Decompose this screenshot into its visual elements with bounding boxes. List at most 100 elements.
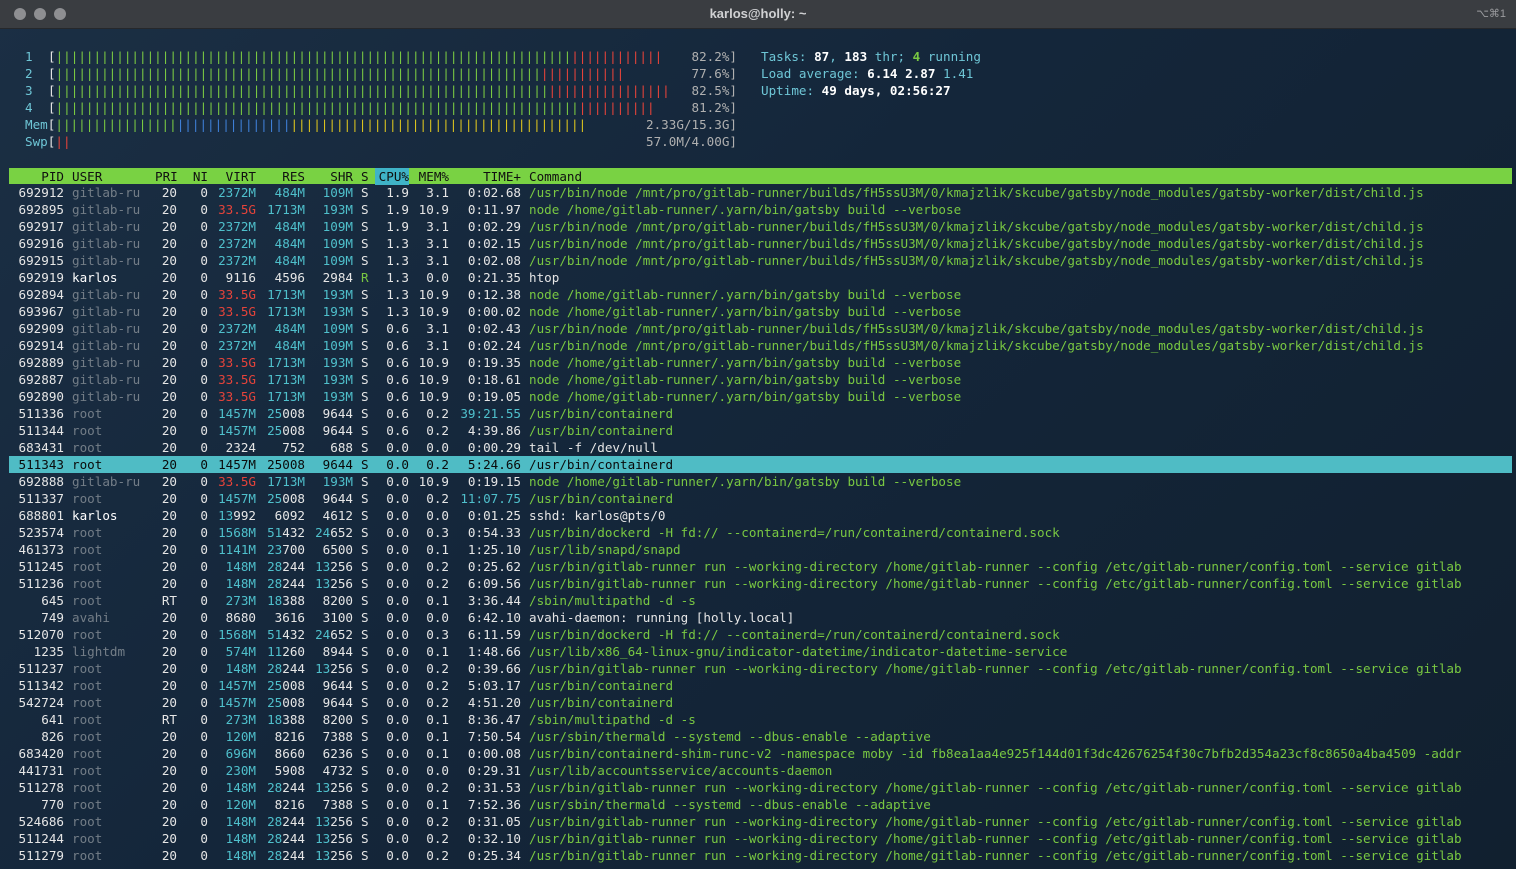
process-virt: 2372M <box>218 253 256 268</box>
process-row[interactable]: 683431 root 20 0 2324 752 688 S 0.0 0.0 0:00.29 tai… <box>9 439 1512 456</box>
process-row[interactable]: 692919 karlos 20 0 9116 4596 2984 R 1.3 0.0 0:21.3… <box>9 269 1512 286</box>
col-virt[interactable]: VIRT <box>214 168 256 185</box>
col-ni[interactable]: NI <box>188 168 208 185</box>
process-priority: 20 <box>161 457 177 472</box>
process-time: 5:24.66 <box>467 457 521 472</box>
process-command: /usr/bin/containerd <box>529 491 674 506</box>
process-row[interactable]: 523574 root 20 0 1568M 51432 24652 S 0.0 0.3 0:54.… <box>9 524 1512 541</box>
process-row[interactable]: 693967 gitlab-ru 20 0 33.5G 1713M 193M S 1.3 10.9… <box>9 303 1512 320</box>
col-user[interactable]: USER <box>72 168 144 185</box>
process-res: 4596 <box>274 270 305 285</box>
col-pid[interactable]: PID <box>9 168 64 185</box>
process-row[interactable]: 511278 root 20 0 148M 28244 13256 S 0.0 0.2 0:31.5… <box>9 779 1512 796</box>
col-command[interactable]: Command <box>529 168 582 185</box>
process-row[interactable]: 1235 lightdm 20 0 574M 11260 8944 S 0.0 0.1 1:48.6… <box>9 643 1512 660</box>
process-row[interactable]: 511279 root 20 0 148M 28244 13256 S 0.0 0.2 0:25.3… <box>9 847 1512 864</box>
process-row[interactable]: 770 root 20 0 120M 8216 7388 S 0.0 0.1 7:52.36/usr… <box>9 796 1512 813</box>
process-row[interactable]: 692914 gitlab-ru 20 0 2372M 484M 109M S 0.6 3.1 0:… <box>9 337 1512 354</box>
process-nice: 0 <box>200 202 208 217</box>
process-shr: 109M <box>322 219 353 234</box>
process-pid: 511244 <box>18 831 65 846</box>
col-mem[interactable]: MEM% <box>413 168 449 185</box>
process-row[interactable]: 692890 gitlab-ru 20 0 33.5G 1713M 193M S 0.6 10.9… <box>9 388 1512 405</box>
process-virt: 1457M <box>218 423 256 438</box>
process-row[interactable]: 692887 gitlab-ru 20 0 33.5G 1713M 193M S 0.6 10.9… <box>9 371 1512 388</box>
process-row[interactable]: 511245 root 20 0 148M 28244 13256 S 0.0 0.2 0:25.6… <box>9 558 1512 575</box>
process-row[interactable]: 692917 gitlab-ru 20 0 2372M 484M 109M S 1.9 3.1 0:… <box>9 218 1512 235</box>
process-user: root <box>72 491 103 506</box>
process-row[interactable]: 641 root RT 0 273M 18388 8200 S 0.0 0.1 8:36.47/sb… <box>9 711 1512 728</box>
process-row[interactable]: 511244 root 20 0 148M 28244 13256 S 0.0 0.2 0:32.1… <box>9 830 1512 847</box>
process-row[interactable]: 692909 gitlab-ru 20 0 2372M 484M 109M S 0.6 3.1 0:… <box>9 320 1512 337</box>
process-state: S <box>361 678 369 693</box>
process-virt: 148M <box>225 559 256 574</box>
process-row[interactable]: 511237 root 20 0 148M 28244 13256 S 0.0 0.2 0:39.6… <box>9 660 1512 677</box>
col-state[interactable]: S <box>361 168 371 185</box>
process-state: S <box>361 423 369 438</box>
process-mem: 0.2 <box>426 661 449 676</box>
process-pid: 511344 <box>18 423 65 438</box>
process-row[interactable]: 826 root 20 0 120M 8216 7388 S 0.0 0.1 7:50.54/usr… <box>9 728 1512 745</box>
col-cpu-sorted[interactable]: CPU% <box>375 168 409 185</box>
process-shr: 6236 <box>322 746 353 761</box>
process-row[interactable]: 511337 root 20 0 1457M 25008 9644 S 0.0 0.2 11:07.… <box>9 490 1512 507</box>
process-row[interactable]: 511342 root 20 0 1457M 25008 9644 S 0.0 0.2 5:03.1… <box>9 677 1512 694</box>
process-cpu: 0.6 <box>386 406 409 421</box>
process-row[interactable]: 645 root RT 0 273M 18388 8200 S 0.0 0.1 3:36.44/sb… <box>9 592 1512 609</box>
process-row[interactable]: 692895 gitlab-ru 20 0 33.5G 1713M 193M S 1.9 10.9… <box>9 201 1512 218</box>
process-mem: 10.9 <box>418 304 449 319</box>
col-res[interactable]: RES <box>262 168 305 185</box>
process-pid: 641 <box>41 712 64 727</box>
htop-screen[interactable]: 1 [||||||||||||||||||||||||||||||||||||||… <box>0 28 1516 869</box>
process-row[interactable]: 524686 root 20 0 148M 28244 13256 S 0.0 0.2 0:31.0… <box>9 813 1512 830</box>
process-command: /usr/bin/node /mnt/pro/gitlab-runner/bui… <box>529 338 1424 353</box>
col-pri[interactable]: PRI <box>155 168 178 185</box>
process-row[interactable]: 749 avahi 20 0 8680 3616 3100 S 0.0 0.0 6:42.10 ava… <box>9 609 1512 626</box>
process-user: root <box>72 440 103 455</box>
process-row[interactable]: 692889 gitlab-ru 20 0 33.5G 1713M 193M S 0.6 10.9… <box>9 354 1512 371</box>
process-row[interactable]: 511336 root 20 0 1457M 25008 9644 S 0.6 0.2 39:21.… <box>9 405 1512 422</box>
process-nice: 0 <box>200 797 208 812</box>
process-row[interactable]: 542724 root 20 0 1457M 25008 9644 S 0.0 0.2 4:51.2… <box>9 694 1512 711</box>
uptime: Uptime: 49 days, 02:56:27 <box>761 83 951 98</box>
process-mem: 0.2 <box>426 457 449 472</box>
process-priority: 20 <box>161 627 177 642</box>
process-user: gitlab-ru <box>72 236 141 251</box>
process-row[interactable]: 692916 gitlab-ru 20 0 2372M 484M 109M S 1.3 3.1 0:… <box>9 235 1512 252</box>
process-virt: 148M <box>225 576 256 591</box>
process-row[interactable]: 692894 gitlab-ru 20 0 33.5G 1713M 193M S 1.3 10.9… <box>9 286 1512 303</box>
process-state: S <box>361 763 369 778</box>
process-row[interactable]: 692915 gitlab-ru 20 0 2372M 484M 109M S 1.3 3.1 0:… <box>9 252 1512 269</box>
process-res: 51432 <box>267 525 305 540</box>
process-cpu: 0.0 <box>386 695 409 710</box>
process-command: avahi-daemon: running [holly.local] <box>529 610 795 625</box>
process-pid: 688801 <box>18 508 65 523</box>
process-row[interactable]: 461373 root 20 0 1141M 23700 6500 S 0.0 0.1 1:25.1… <box>9 541 1512 558</box>
process-row[interactable]: 511344 root 20 0 1457M 25008 9644 S 0.6 0.2 4:39.8… <box>9 422 1512 439</box>
process-res: 8216 <box>274 797 305 812</box>
process-command: node /home/gitlab-runner/.yarn/bin/gatsb… <box>529 355 962 370</box>
col-shr[interactable]: SHR <box>309 168 353 185</box>
col-time[interactable]: TIME+ <box>454 168 521 185</box>
process-row[interactable]: 441731 root 20 0 230M 5908 4732 S 0.0 0.0 0:29.31 /… <box>9 762 1512 779</box>
process-row[interactable]: 512070 root 20 0 1568M 51432 24652 S 0.0 0.3 6:11.… <box>9 626 1512 643</box>
process-cpu: 0.0 <box>386 763 409 778</box>
process-row[interactable]: 692912 gitlab-ru 20 0 2372M 484M 109M S 1.9 3.1 0:… <box>9 184 1512 201</box>
process-time: 6:11.59 <box>467 627 521 642</box>
process-command: /usr/bin/node /mnt/pro/gitlab-runner/bui… <box>529 219 1424 234</box>
process-mem: 0.2 <box>426 814 449 829</box>
process-state: S <box>361 712 369 727</box>
process-cpu: 0.0 <box>386 678 409 693</box>
process-row[interactable]: 511236 root 20 0 148M 28244 13256 S 0.0 0.2 6:09.5… <box>9 575 1512 592</box>
process-command: tail -f /dev/null <box>529 440 658 455</box>
process-row-selected[interactable]: 511343 root 20 0 1457M 25008 9644 S 0.0 0.2 5:24.6… <box>9 456 1512 473</box>
process-user: root <box>72 661 103 676</box>
process-command: /sbin/multipathd -d -s <box>529 593 696 608</box>
process-row[interactable]: 692888 gitlab-ru 20 0 33.5G 1713M 193M S 0.0 10.9… <box>9 473 1512 490</box>
process-nice: 0 <box>200 372 208 387</box>
process-shr: 193M <box>322 389 353 404</box>
process-time: 0:00.29 <box>467 440 521 455</box>
process-row[interactable]: 683420 root 20 0 696M 8660 6236 S 0.0 0.1 0:00.08 /… <box>9 745 1512 762</box>
process-row[interactable]: 688801 karlos 20 0 13992 6092 4612 S 0.0 0.0 0:01.… <box>9 507 1512 524</box>
process-user: root <box>72 848 103 863</box>
